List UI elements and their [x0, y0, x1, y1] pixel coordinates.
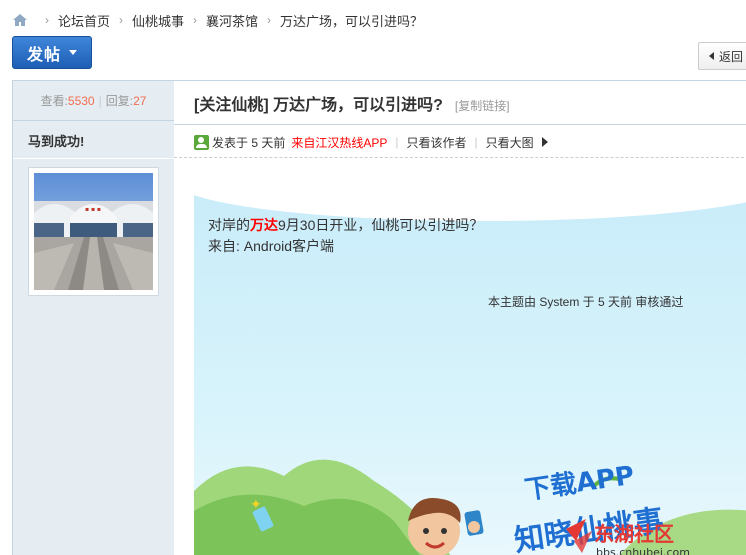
post-highlight: 万达 — [250, 217, 278, 233]
promo-line1: 下载APP — [523, 461, 636, 506]
chevron-left-icon — [709, 52, 714, 60]
large-image-link[interactable]: 只看大图 — [486, 134, 534, 151]
svg-text:✦: ✦ — [250, 497, 262, 513]
meta-divider: | — [474, 135, 478, 149]
caret-down-icon — [69, 50, 77, 55]
user-icon — [194, 134, 209, 150]
breadcrumb-item-teahouse[interactable]: 襄河茶馆 — [206, 11, 258, 30]
back-label: 返回 — [719, 49, 744, 64]
new-post-label: 发帖 — [26, 46, 61, 64]
triangle-right-icon[interactable] — [541, 137, 548, 147]
thread-stats: 查看: 5530 | 回复: 27 — [13, 81, 174, 121]
meta-divider: | — [395, 135, 399, 149]
thread-title-row: [关注仙桃] 万达广场，可以引进吗? [复制链接] — [194, 91, 510, 115]
breadcrumb-current: 万达广场，可以引进吗？ — [280, 13, 424, 29]
chevron-right-icon: › — [267, 13, 272, 27]
thread-title: [关注仙桃] 万达广场，可以引进吗? — [194, 97, 443, 114]
chevron-right-icon: › — [193, 13, 198, 27]
chevron-right-icon: › — [119, 13, 124, 27]
title-divider — [174, 124, 746, 125]
mascot-illustration — [408, 497, 484, 555]
post-text-after: 9月30日开业，仙桃可以引进吗？ — [278, 217, 484, 233]
only-author-link[interactable]: 只看该作者 — [406, 134, 466, 151]
stats-divider: | — [98, 93, 102, 108]
breadcrumb-item-city[interactable]: 仙桃城事 — [132, 11, 184, 30]
avatar: ▪ ▪ ▪ — [34, 173, 153, 290]
breadcrumb-item-forum-home[interactable]: 论坛首页 — [58, 11, 110, 30]
breadcrumb: › 论坛首页 › 仙桃城事 › 襄河茶馆 › 万达广场，可以引进吗？ — [12, 10, 423, 30]
back-button[interactable]: 返回 — [698, 42, 746, 70]
post-main: [关注仙桃] 万达广场，可以引进吗? [复制链接] 发表于 5 天前 来自江汉热… — [174, 80, 746, 555]
new-post-button[interactable]: 发帖 — [12, 36, 92, 69]
post-meta: 发表于 5 天前 来自江汉热线APP | 只看该作者 | 只看大图 — [194, 133, 548, 151]
chevron-right-icon: › — [45, 13, 49, 27]
replies-count: 27 — [133, 93, 147, 108]
watermark-text: 东湖社区 — [594, 522, 674, 546]
post-text-before: 对岸的 — [208, 217, 250, 233]
home-icon[interactable] — [12, 13, 28, 27]
views-count: 5530 — [67, 93, 95, 108]
watermark-url: bbs.cnhubei.com — [596, 546, 690, 555]
post-body: 对岸的万达9月30日开业，仙桃可以引进吗？ 来自: Android客户端 — [208, 215, 483, 257]
svg-text:▪ ▪ ▪: ▪ ▪ ▪ — [85, 206, 101, 213]
avatar-frame[interactable]: ▪ ▪ ▪ — [28, 167, 159, 296]
review-note: 本主题由 System 于 5 天前 审核通过 — [488, 295, 684, 309]
author-name[interactable]: 马到成功! — [13, 121, 174, 159]
app-promo-banner[interactable]: ✦ 下载APP 知晓仙桃事 东湖社区 bbs.cnhubei.com — [194, 381, 746, 555]
meta-divider-line — [174, 157, 746, 158]
posted-time: 发表于 5 天前 — [212, 135, 286, 150]
post-from-line: 来自: Android客户端 — [208, 238, 335, 254]
replies-label: 回复: — [105, 94, 134, 108]
views-label: 查看: — [40, 94, 68, 108]
post-source-link[interactable]: 来自江汉热线APP — [291, 134, 387, 151]
post-paragraph: 对岸的万达9月30日开业，仙桃可以引进吗？ — [208, 215, 483, 236]
author-sidebar: 查看: 5530 | 回复: 27 马到成功! ▪ ▪ ▪ — [12, 80, 174, 555]
copy-link-button[interactable]: [复制链接] — [455, 97, 510, 114]
